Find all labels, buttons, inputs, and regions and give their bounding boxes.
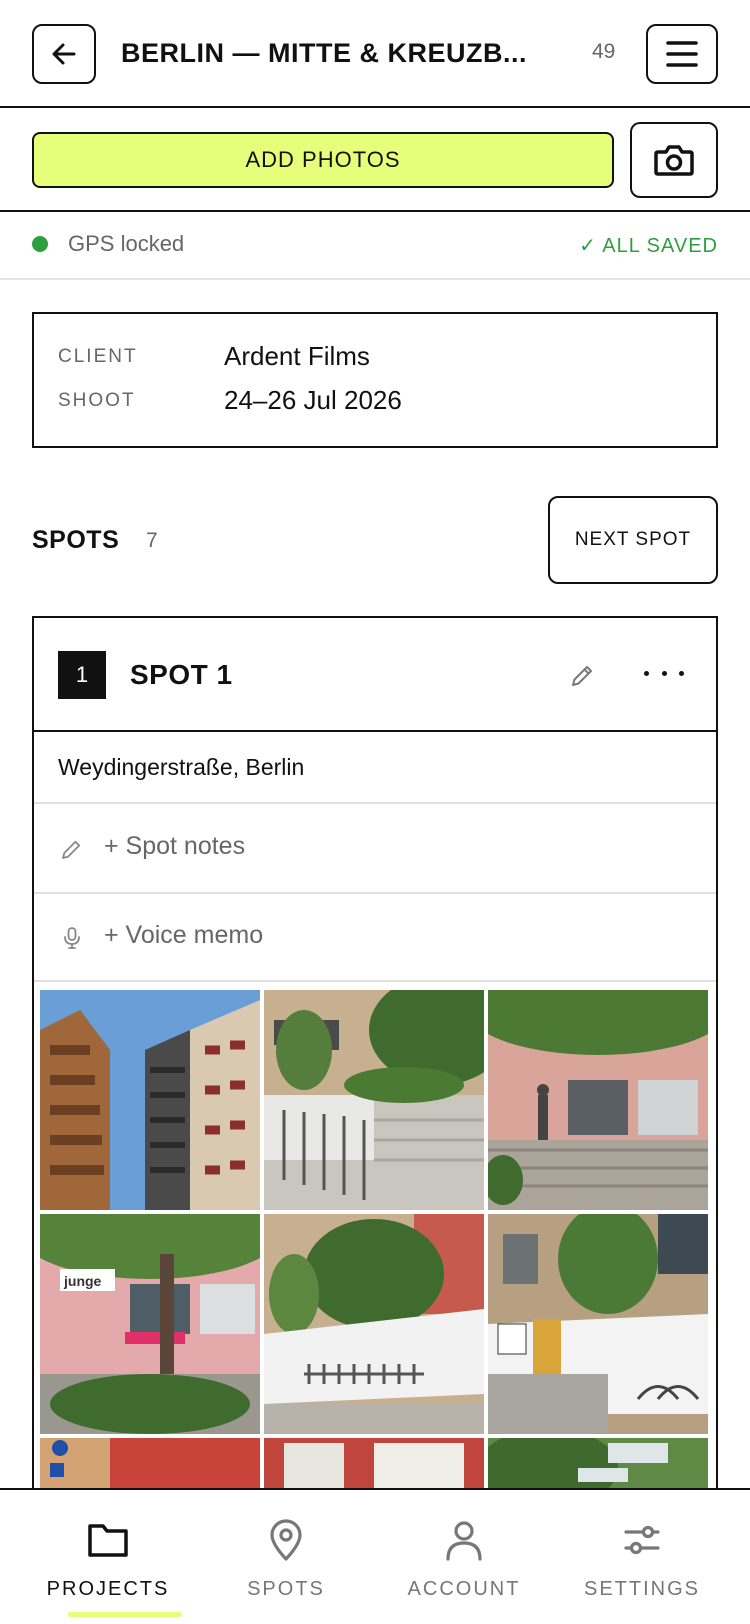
nav-projects[interactable]: PROJECTS: [18, 1490, 198, 1624]
camera-button[interactable]: [630, 122, 718, 198]
spot-notes-row[interactable]: + Spot notes: [34, 804, 716, 894]
sliders-icon: [624, 1525, 660, 1555]
more-dot-icon: [679, 670, 684, 676]
voice-memo-placeholder: + Voice memo: [104, 921, 264, 949]
next-spot-button[interactable]: NEXT SPOT: [548, 496, 718, 584]
user-icon: [446, 1521, 482, 1561]
spot-notes-placeholder: + Spot notes: [104, 832, 246, 860]
status-bar: GPS locked ✓ ALL SAVED: [0, 212, 750, 280]
spot-address: Weydingerstraße, Berlin: [58, 754, 305, 780]
photo-thumbnail[interactable]: [264, 990, 484, 1210]
gps-status-text: GPS locked: [68, 231, 185, 256]
nav-settings-label: SETTINGS: [583, 1578, 700, 1600]
nav-spots[interactable]: SPOTS: [196, 1490, 376, 1624]
pencil-icon[interactable]: [568, 662, 596, 690]
project-info-card: CLIENT Ardent Films SHOOT 24–26 Jul 2026: [32, 312, 718, 448]
camera-icon: [654, 145, 694, 176]
map-pin-icon: [270, 1519, 302, 1561]
spot-title: SPOT 1: [130, 659, 233, 690]
photo-thumbnail[interactable]: [488, 1214, 708, 1434]
menu-button[interactable]: [646, 24, 718, 84]
spot-card-header: 1 SPOT 1: [34, 618, 716, 732]
nav-settings[interactable]: SETTINGS: [552, 1490, 732, 1624]
arrow-left-icon: [52, 43, 76, 65]
photo-thumbnail[interactable]: [264, 1214, 484, 1434]
client-value: Ardent Films: [224, 341, 370, 371]
microphone-icon: [64, 927, 80, 949]
back-button[interactable]: [32, 24, 96, 84]
nav-projects-label: PROJECTS: [46, 1578, 170, 1600]
bottom-nav: PROJECTS SPOTS ACCOUNT SETTINGS: [0, 1488, 750, 1624]
spots-count: 7: [146, 529, 158, 552]
voice-memo-row[interactable]: + Voice memo: [34, 894, 716, 982]
hamburger-menu-icon: [666, 41, 698, 67]
photo-thumbnail[interactable]: [488, 990, 708, 1210]
spot-address-row[interactable]: Weydingerstraße, Berlin: [34, 732, 716, 804]
project-title: BERLIN — MITTE & KREUZB...: [121, 38, 527, 68]
photo-count: 49: [592, 40, 616, 63]
add-photos-button[interactable]: ADD PHOTOS: [32, 132, 614, 188]
photo-thumbnail[interactable]: [40, 990, 260, 1210]
save-status: ✓ ALL SAVED: [579, 235, 718, 257]
nav-spots-label: SPOTS: [247, 1578, 325, 1600]
spot-card: 1 SPOT 1 Weydingerstraße, Berlin + Spot …: [32, 616, 718, 1496]
shoot-label: SHOOT: [58, 390, 136, 411]
pencil-icon: [62, 840, 81, 859]
photo-thumbnail[interactable]: junge: [40, 1214, 260, 1434]
nav-account[interactable]: ACCOUNT: [374, 1490, 554, 1624]
more-options-button[interactable]: [644, 658, 684, 688]
more-dot-icon: [644, 670, 649, 676]
app-header: BERLIN — MITTE & KREUZB... 49: [0, 0, 750, 108]
spots-heading: SPOTS: [32, 526, 120, 554]
folder-icon: [88, 1524, 128, 1557]
add-photos-bar: ADD PHOTOS: [0, 108, 750, 212]
client-label: CLIENT: [58, 346, 138, 367]
nav-account-label: ACCOUNT: [407, 1578, 521, 1600]
gps-status-dot: [32, 236, 48, 252]
more-dot-icon: [661, 670, 667, 676]
spot-number-badge: 1: [58, 651, 106, 699]
shoot-value: 24–26 Jul 2026: [224, 385, 402, 415]
svg-text:junge: junge: [63, 1273, 102, 1289]
active-tab-indicator: [68, 1612, 182, 1617]
